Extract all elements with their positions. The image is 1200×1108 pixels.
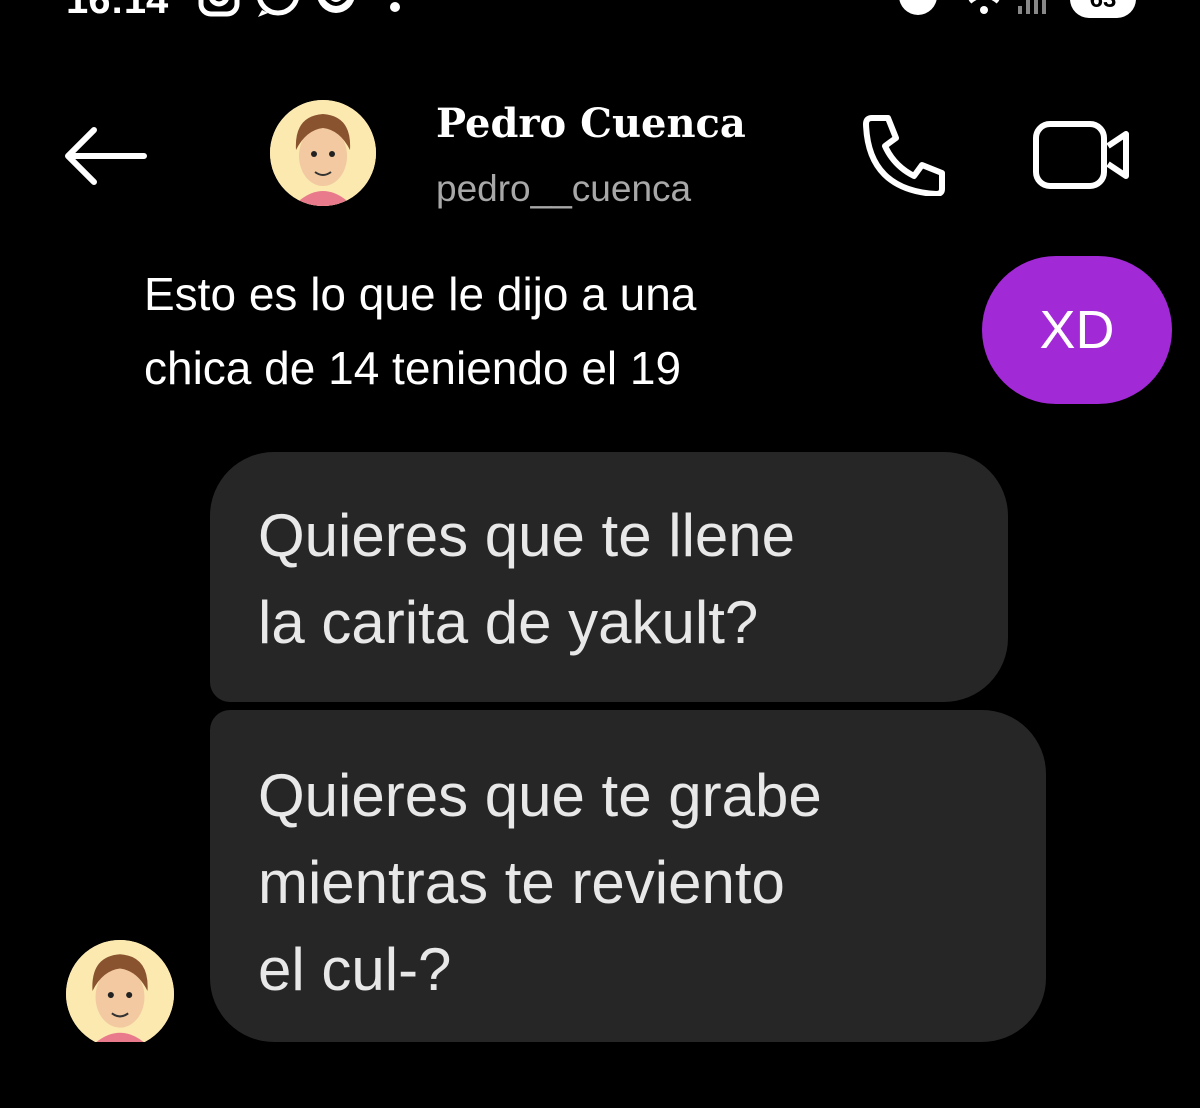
battery-indicator: 63 bbox=[1070, 0, 1136, 18]
avatar[interactable] bbox=[270, 100, 376, 206]
arrow-left-icon[interactable] bbox=[60, 124, 150, 188]
sender-avatar[interactable] bbox=[66, 940, 174, 1048]
message-line: Quieres que te llene bbox=[258, 502, 796, 569]
message-line: mientras te reviento bbox=[258, 849, 785, 916]
message-line: el cul-? bbox=[258, 936, 452, 1003]
contact-name[interactable]: Pedro Cuenca bbox=[436, 100, 746, 147]
caption-line: Esto es lo que le dijo a una bbox=[144, 268, 697, 320]
received-message-bubble[interactable]: Quieres que te grabe mientras te revient… bbox=[210, 710, 1046, 1042]
instagram-icon bbox=[198, 0, 240, 17]
video-camera-icon[interactable] bbox=[1030, 118, 1134, 192]
avatar-face-icon bbox=[270, 100, 376, 206]
shared-message-caption: Esto es lo que le dijo a una chica de 14… bbox=[144, 258, 884, 405]
bottom-crop bbox=[0, 1042, 1200, 1108]
sent-message-text: XD bbox=[1039, 300, 1115, 360]
dnd-icon bbox=[899, 0, 937, 15]
whatsapp-icon bbox=[257, 0, 299, 17]
caption-line: chica de 14 teniendo el 19 bbox=[144, 341, 682, 394]
sent-message-bubble[interactable]: XD bbox=[982, 256, 1172, 404]
received-message-bubble[interactable]: Quieres que te llene la carita de yakult… bbox=[210, 452, 1008, 702]
contact-handle[interactable]: pedro__cuenca bbox=[436, 168, 691, 210]
avatar-face-icon bbox=[66, 940, 174, 1048]
notification-dot bbox=[390, 2, 400, 12]
wifi-icon bbox=[968, 0, 1000, 14]
message-line: Quieres que te grabe bbox=[258, 762, 822, 829]
signal-icon bbox=[1018, 0, 1046, 14]
status-time: 16:14 bbox=[66, 0, 169, 22]
phone-icon[interactable] bbox=[858, 112, 948, 196]
message-line: la carita de yakult? bbox=[258, 589, 759, 656]
emoji-app-icon bbox=[317, 0, 355, 13]
